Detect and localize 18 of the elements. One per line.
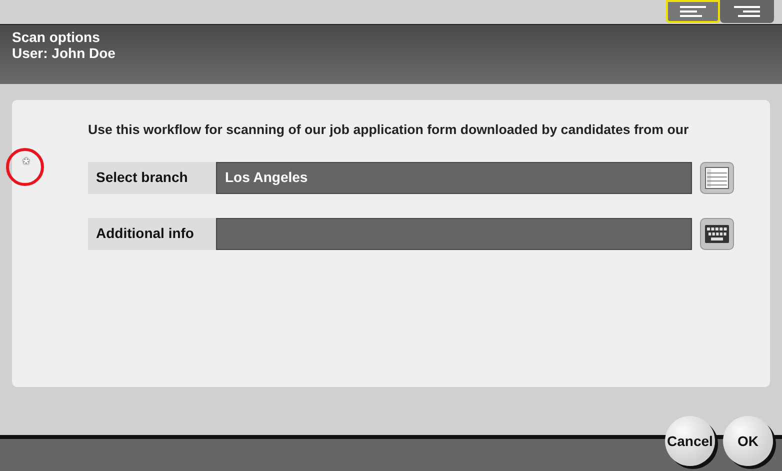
workflow-description: Use this workflow for scanning of our job application form downloaded by candidates from our bbox=[88, 121, 690, 139]
field-label: Select branch bbox=[88, 162, 216, 194]
screen-title: Scan options bbox=[12, 29, 101, 45]
align-right-icon bbox=[734, 6, 760, 17]
list-icon bbox=[705, 166, 729, 189]
user-label: User: John Doe bbox=[12, 45, 116, 61]
cancel-button[interactable]: Cancel bbox=[665, 416, 715, 466]
align-left-icon bbox=[680, 6, 706, 17]
list-button[interactable] bbox=[700, 162, 734, 194]
required-mark: * bbox=[23, 155, 30, 175]
view-toggle[interactable] bbox=[720, 0, 774, 23]
keyboard-icon bbox=[705, 224, 729, 243]
input-field[interactable]: Los Angeles bbox=[216, 162, 692, 194]
field-label: Additional info bbox=[88, 218, 216, 250]
highlight-circle bbox=[6, 148, 44, 186]
keyboard-button[interactable] bbox=[700, 218, 734, 250]
ok-button[interactable]: OK bbox=[723, 416, 773, 466]
input-field[interactable] bbox=[216, 218, 692, 250]
